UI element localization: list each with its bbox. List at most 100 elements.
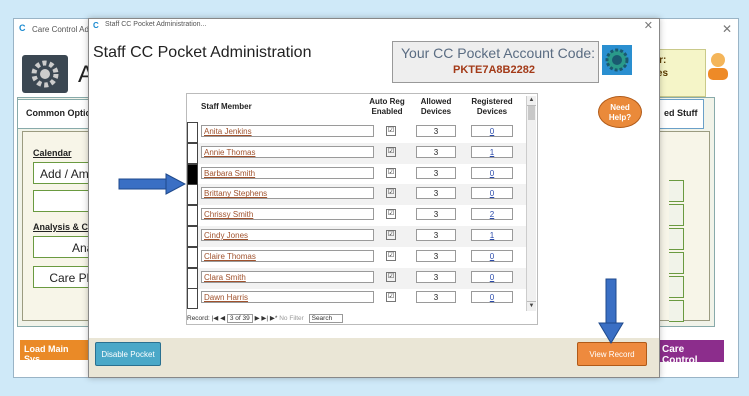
allowed-devices-field[interactable]: 3 [416, 125, 456, 137]
dialog-titlebar: C Staff CC Pocket Administration... ✕ [89, 19, 659, 33]
close-icon[interactable]: ✕ [722, 22, 732, 36]
allowed-devices-field[interactable]: 3 [416, 229, 456, 241]
registered-devices-link[interactable]: 0 [471, 125, 513, 137]
care-control-button[interactable]: Care Control [656, 340, 724, 366]
staff-name-link[interactable]: Anita Jenkins [201, 125, 374, 137]
staff-grid: Staff Member Auto Reg Enabled Allowed De… [186, 93, 538, 325]
table-row[interactable]: Chrissy Smith ☑ 3 2 [187, 205, 527, 227]
table-row[interactable]: Annie Thomas ☑ 3 1 [187, 142, 527, 164]
staff-name-link[interactable]: Clara Smith [201, 270, 374, 283]
staff-name-link[interactable]: Dawn Harris [201, 291, 374, 304]
grid-rows: Anita Jenkins ☑ 3 0 Annie Thomas ☑ 3 1 Barbara S… [187, 122, 527, 314]
auto-reg-checkbox[interactable]: ☑ [386, 188, 396, 199]
allowed-devices-field[interactable]: 3 [416, 249, 456, 262]
row-selector[interactable] [187, 226, 198, 247]
load-main-system-button[interactable]: Load Main Sys [20, 340, 90, 364]
staff-name-link[interactable]: Cindy Jones [201, 229, 374, 241]
dialog-footer: Disable Pocket View Record [89, 338, 659, 377]
account-code-label: Your CC Pocket Account Code: [401, 45, 596, 61]
allowed-devices-field[interactable]: 3 [416, 270, 456, 283]
table-row[interactable]: Claire Thomas ☑ 3 0 [187, 246, 527, 268]
side-tab[interactable] [669, 180, 684, 202]
staff-name-link[interactable]: Barbara Smith [201, 166, 374, 179]
registered-devices-link[interactable]: 0 [471, 291, 513, 304]
staff-name-link[interactable]: Annie Thomas [201, 145, 374, 158]
table-row[interactable]: Anita Jenkins ☑ 3 0 [187, 122, 527, 143]
app-logo-icon: C [93, 21, 99, 30]
account-code-box: Your CC Pocket Account Code: PKTE7A8B228… [392, 41, 599, 83]
need-help-button[interactable]: Need Help? [598, 96, 642, 128]
dialog-window-title: Staff CC Pocket Administration... [105, 21, 207, 28]
auto-reg-checkbox[interactable]: ☑ [386, 230, 396, 240]
gear-icon [602, 45, 632, 75]
disable-pocket-button[interactable]: Disable Pocket [95, 342, 161, 366]
table-row[interactable]: Clara Smith ☑ 3 0 [187, 267, 527, 289]
side-tab[interactable] [669, 204, 684, 226]
registered-devices-link[interactable]: 0 [471, 166, 513, 179]
background-window-title: Care Control Adm [32, 25, 96, 34]
row-selector[interactable] [187, 142, 198, 164]
registered-devices-link[interactable]: 2 [471, 208, 513, 221]
row-selector[interactable] [187, 267, 198, 289]
side-tab[interactable] [669, 300, 684, 322]
registered-devices-link[interactable]: 1 [471, 229, 513, 241]
side-tab[interactable] [669, 276, 684, 298]
row-selector[interactable] [187, 246, 198, 268]
next-record-icon[interactable]: ▶ ▶| ▶* [255, 315, 280, 322]
table-row[interactable]: Dawn Harris ☑ 3 0 [187, 288, 527, 310]
auto-reg-checkbox[interactable]: ☑ [386, 292, 396, 303]
record-navigator: Record: |◀ ◀ 3 of 39 ▶ ▶| ▶* No Filter S… [187, 314, 527, 324]
no-filter-label[interactable]: No Filter [279, 315, 304, 322]
staff-name-link[interactable]: Chrissy Smith [201, 208, 374, 221]
row-selector[interactable] [187, 122, 198, 143]
side-tab[interactable] [669, 252, 684, 274]
auto-reg-checkbox[interactable]: ☑ [386, 126, 396, 136]
row-selector[interactable] [187, 288, 198, 310]
app-logo-icon: C [19, 23, 26, 33]
analysis-section-label: Analysis & Co [33, 222, 94, 232]
dialog-heading: Staff CC Pocket Administration [93, 44, 312, 61]
auto-reg-checkbox[interactable]: ☑ [386, 167, 396, 178]
annotation-arrow-down [598, 278, 624, 349]
avatar-icon[interactable] [706, 51, 730, 81]
account-code-value: PKTE7A8B2282 [453, 64, 535, 76]
allowed-devices-field[interactable]: 3 [416, 208, 456, 221]
tab-common-options[interactable]: Common Optio [17, 99, 95, 129]
registered-devices-link[interactable]: 0 [471, 187, 513, 200]
auto-reg-checkbox[interactable]: ☑ [386, 209, 396, 220]
record-position[interactable]: 3 of 39 [226, 314, 253, 323]
vertical-scrollbar[interactable]: ▲ ▼ [526, 96, 536, 311]
staff-name-link[interactable]: Claire Thomas [201, 249, 374, 262]
header-auto-reg: Auto Reg Enabled [369, 97, 405, 116]
allowed-devices-field[interactable]: 3 [416, 166, 456, 179]
tab-advanced-stuff[interactable]: ed Stuff [659, 99, 704, 129]
scroll-up-icon[interactable]: ▲ [527, 96, 536, 106]
side-tab[interactable] [669, 228, 684, 250]
allowed-devices-field[interactable]: 3 [416, 187, 456, 200]
gear-logo-icon [22, 55, 68, 93]
header-registered-devices: Registered Devices [471, 97, 513, 116]
first-record-icon[interactable]: |◀ ◀ [212, 315, 227, 322]
auto-reg-checkbox[interactable]: ☑ [386, 250, 396, 261]
table-row[interactable]: Cindy Jones ☑ 3 1 [187, 226, 527, 247]
row-selector[interactable] [187, 205, 198, 227]
table-row[interactable]: Barbara Smith ☑ 3 0 [187, 163, 527, 185]
header-staff-member: Staff Member [201, 102, 252, 111]
allowed-devices-field[interactable]: 3 [416, 145, 456, 158]
row-selector[interactable] [187, 184, 198, 206]
staff-name-link[interactable]: Brittany Stephens [201, 187, 374, 200]
registered-devices-link[interactable]: 1 [471, 145, 513, 158]
calendar-section-label: Calendar [33, 148, 72, 158]
registered-devices-link[interactable]: 0 [471, 249, 513, 262]
dialog-close-icon[interactable]: ✕ [644, 19, 653, 32]
auto-reg-checkbox[interactable]: ☑ [386, 146, 396, 157]
scroll-thumb[interactable] [528, 106, 535, 120]
table-row[interactable]: Brittany Stephens ☑ 3 0 [187, 184, 527, 206]
registered-devices-link[interactable]: 0 [471, 270, 513, 283]
allowed-devices-field[interactable]: 3 [416, 291, 456, 304]
scroll-down-icon[interactable]: ▼ [527, 301, 536, 311]
search-input[interactable]: Search [308, 314, 344, 323]
row-selector[interactable] [187, 163, 198, 185]
record-label: Record: [187, 315, 210, 322]
auto-reg-checkbox[interactable]: ☑ [386, 271, 396, 282]
